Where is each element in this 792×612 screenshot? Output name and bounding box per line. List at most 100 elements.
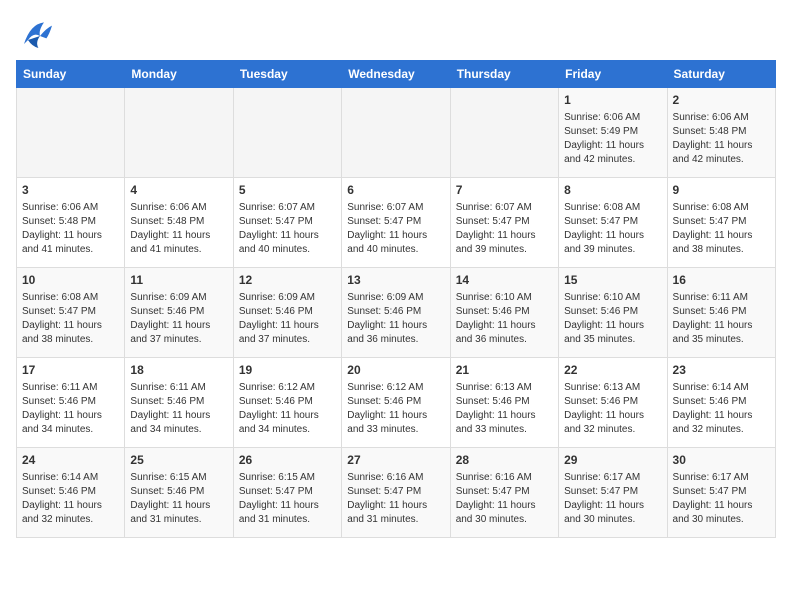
day-cell: 18 Sunrise: 6:11 AM Sunset: 5:46 PM Dayli…	[125, 358, 233, 448]
day-cell: 4Sunrise: 6:06 AM Sunset: 5:48 PM Daylig…	[125, 178, 233, 268]
day-cell	[450, 88, 558, 178]
day-cell: 5Sunrise: 6:07 AM Sunset: 5:47 PM Daylig…	[233, 178, 341, 268]
day-cell: 2 Sunrise: 6:06 AM Sunset: 5:48 PM Daylig…	[667, 88, 775, 178]
header-cell-wednesday: Wednesday	[342, 61, 450, 88]
day-info: Sunrise: 6:07 AM Sunset: 5:47 PM Dayligh…	[239, 201, 336, 257]
day-cell: 12 Sunrise: 6:09 AM Sunset: 5:46 PM Dayli…	[233, 268, 341, 358]
day-number: 22	[564, 362, 661, 379]
day-number: 13	[347, 272, 444, 289]
day-info: Sunrise: 6:07 AM Sunset: 5:47 PM Dayligh…	[347, 201, 444, 257]
header-cell-monday: Monday	[125, 61, 233, 88]
week-row-2: 3 Sunrise: 6:06 AM Sunset: 5:48 PM Daylig…	[17, 178, 776, 268]
day-cell: 27Sunrise: 6:16 AM Sunset: 5:47 PM Dayli…	[342, 448, 450, 538]
day-number: 24	[22, 452, 119, 469]
day-number: 29	[564, 452, 661, 469]
day-number: 18	[130, 362, 227, 379]
day-info: Sunrise: 6:11 AM Sunset: 5:46 PM Dayligh…	[22, 381, 119, 437]
day-info: Sunrise: 6:13 AM Sunset: 5:46 PM Dayligh…	[564, 381, 661, 437]
day-cell: 14 Sunrise: 6:10 AM Sunset: 5:46 PM Dayli…	[450, 268, 558, 358]
day-cell: 19 Sunrise: 6:12 AM Sunset: 5:46 PM Dayli…	[233, 358, 341, 448]
day-cell: 26 Sunrise: 6:15 AM Sunset: 5:47 PM Dayli…	[233, 448, 341, 538]
day-number: 10	[22, 272, 119, 289]
day-info: Sunrise: 6:09 AM Sunset: 5:46 PM Dayligh…	[347, 291, 444, 347]
day-info: Sunrise: 6:06 AM Sunset: 5:49 PM Dayligh…	[564, 111, 661, 167]
day-info: Sunrise: 6:07 AM Sunset: 5:47 PM Dayligh…	[456, 201, 553, 257]
day-number: 3	[22, 182, 119, 199]
day-number: 17	[22, 362, 119, 379]
day-number: 11	[130, 272, 227, 289]
day-number: 19	[239, 362, 336, 379]
day-info: Sunrise: 6:09 AM Sunset: 5:46 PM Dayligh…	[130, 291, 227, 347]
day-info: Sunrise: 6:17 AM Sunset: 5:47 PM Dayligh…	[673, 471, 770, 527]
header-cell-friday: Friday	[559, 61, 667, 88]
day-cell: 8Sunrise: 6:08 AM Sunset: 5:47 PM Daylig…	[559, 178, 667, 268]
day-cell: 15Sunrise: 6:10 AM Sunset: 5:46 PM Dayli…	[559, 268, 667, 358]
day-info: Sunrise: 6:16 AM Sunset: 5:47 PM Dayligh…	[456, 471, 553, 527]
day-cell: 23 Sunrise: 6:14 AM Sunset: 5:46 PM Dayli…	[667, 358, 775, 448]
header-cell-tuesday: Tuesday	[233, 61, 341, 88]
day-cell: 29 Sunrise: 6:17 AM Sunset: 5:47 PM Dayli…	[559, 448, 667, 538]
day-info: Sunrise: 6:13 AM Sunset: 5:46 PM Dayligh…	[456, 381, 553, 437]
calendar-header: SundayMondayTuesdayWednesdayThursdayFrid…	[17, 61, 776, 88]
day-number: 7	[456, 182, 553, 199]
day-cell: 11 Sunrise: 6:09 AM Sunset: 5:46 PM Dayli…	[125, 268, 233, 358]
day-cell: 25 Sunrise: 6:15 AM Sunset: 5:46 PM Dayli…	[125, 448, 233, 538]
header-cell-sunday: Sunday	[17, 61, 125, 88]
logo	[16, 16, 62, 52]
day-info: Sunrise: 6:10 AM Sunset: 5:46 PM Dayligh…	[456, 291, 553, 347]
day-cell: 21 Sunrise: 6:13 AM Sunset: 5:46 PM Dayli…	[450, 358, 558, 448]
day-info: Sunrise: 6:11 AM Sunset: 5:46 PM Dayligh…	[130, 381, 227, 437]
day-info: Sunrise: 6:17 AM Sunset: 5:47 PM Dayligh…	[564, 471, 661, 527]
day-info: Sunrise: 6:08 AM Sunset: 5:47 PM Dayligh…	[673, 201, 770, 257]
day-info: Sunrise: 6:06 AM Sunset: 5:48 PM Dayligh…	[130, 201, 227, 257]
day-cell	[233, 88, 341, 178]
day-cell: 3 Sunrise: 6:06 AM Sunset: 5:48 PM Daylig…	[17, 178, 125, 268]
day-cell: 16 Sunrise: 6:11 AM Sunset: 5:46 PM Dayli…	[667, 268, 775, 358]
day-info: Sunrise: 6:06 AM Sunset: 5:48 PM Dayligh…	[673, 111, 770, 167]
day-number: 6	[347, 182, 444, 199]
calendar-body: 1Sunrise: 6:06 AM Sunset: 5:49 PM Daylig…	[17, 88, 776, 538]
calendar-table: SundayMondayTuesdayWednesdayThursdayFrid…	[16, 60, 776, 538]
day-number: 28	[456, 452, 553, 469]
day-cell: 20Sunrise: 6:12 AM Sunset: 5:46 PM Dayli…	[342, 358, 450, 448]
logo-icon	[16, 16, 56, 52]
day-info: Sunrise: 6:14 AM Sunset: 5:46 PM Dayligh…	[22, 471, 119, 527]
week-row-4: 17 Sunrise: 6:11 AM Sunset: 5:46 PM Dayli…	[17, 358, 776, 448]
week-row-5: 24 Sunrise: 6:14 AM Sunset: 5:46 PM Dayli…	[17, 448, 776, 538]
day-number: 8	[564, 182, 661, 199]
day-info: Sunrise: 6:15 AM Sunset: 5:47 PM Dayligh…	[239, 471, 336, 527]
day-cell: 10 Sunrise: 6:08 AM Sunset: 5:47 PM Dayli…	[17, 268, 125, 358]
day-cell: 9 Sunrise: 6:08 AM Sunset: 5:47 PM Daylig…	[667, 178, 775, 268]
day-cell: 24 Sunrise: 6:14 AM Sunset: 5:46 PM Dayli…	[17, 448, 125, 538]
day-number: 30	[673, 452, 770, 469]
day-cell: 6 Sunrise: 6:07 AM Sunset: 5:47 PM Daylig…	[342, 178, 450, 268]
day-number: 21	[456, 362, 553, 379]
header-cell-saturday: Saturday	[667, 61, 775, 88]
day-info: Sunrise: 6:08 AM Sunset: 5:47 PM Dayligh…	[22, 291, 119, 347]
page-header	[16, 16, 776, 52]
day-number: 14	[456, 272, 553, 289]
day-info: Sunrise: 6:15 AM Sunset: 5:46 PM Dayligh…	[130, 471, 227, 527]
day-cell	[342, 88, 450, 178]
day-number: 23	[673, 362, 770, 379]
day-info: Sunrise: 6:10 AM Sunset: 5:46 PM Dayligh…	[564, 291, 661, 347]
day-info: Sunrise: 6:09 AM Sunset: 5:46 PM Dayligh…	[239, 291, 336, 347]
day-info: Sunrise: 6:06 AM Sunset: 5:48 PM Dayligh…	[22, 201, 119, 257]
day-cell: 7 Sunrise: 6:07 AM Sunset: 5:47 PM Daylig…	[450, 178, 558, 268]
day-number: 25	[130, 452, 227, 469]
week-row-3: 10 Sunrise: 6:08 AM Sunset: 5:47 PM Dayli…	[17, 268, 776, 358]
header-row: SundayMondayTuesdayWednesdayThursdayFrid…	[17, 61, 776, 88]
day-info: Sunrise: 6:12 AM Sunset: 5:46 PM Dayligh…	[239, 381, 336, 437]
day-cell: 1Sunrise: 6:06 AM Sunset: 5:49 PM Daylig…	[559, 88, 667, 178]
day-number: 9	[673, 182, 770, 199]
day-cell: 30 Sunrise: 6:17 AM Sunset: 5:47 PM Dayli…	[667, 448, 775, 538]
day-number: 16	[673, 272, 770, 289]
day-cell: 22 Sunrise: 6:13 AM Sunset: 5:46 PM Dayli…	[559, 358, 667, 448]
day-cell	[17, 88, 125, 178]
day-number: 26	[239, 452, 336, 469]
day-cell: 13 Sunrise: 6:09 AM Sunset: 5:46 PM Dayli…	[342, 268, 450, 358]
day-info: Sunrise: 6:14 AM Sunset: 5:46 PM Dayligh…	[673, 381, 770, 437]
day-number: 12	[239, 272, 336, 289]
day-number: 2	[673, 92, 770, 109]
day-info: Sunrise: 6:11 AM Sunset: 5:46 PM Dayligh…	[673, 291, 770, 347]
